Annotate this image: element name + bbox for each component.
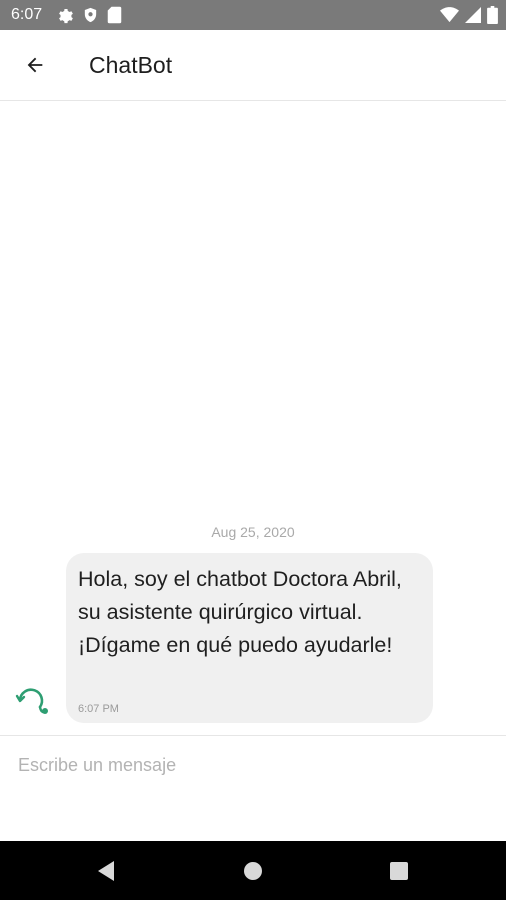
message-timestamp: 6:07 PM: [78, 703, 119, 715]
wifi-icon: [440, 7, 459, 23]
sd-card-icon: [107, 6, 122, 24]
home-circle-icon[interactable]: [240, 858, 266, 884]
chat-message-list[interactable]: Aug 25, 2020 Hola, soy el chatbot Doctor…: [0, 101, 506, 735]
back-triangle-icon[interactable]: [94, 858, 120, 884]
status-left-icons: [56, 6, 122, 24]
status-time: 6:07: [11, 6, 43, 23]
shield-icon: [84, 7, 97, 23]
settings-icon: [59, 9, 73, 24]
battery-icon: [487, 6, 498, 24]
recents-square-icon[interactable]: [386, 858, 412, 884]
status-bar: 6:07: [0, 0, 506, 30]
cell-signal-icon: [465, 7, 481, 23]
status-right-icons: [440, 6, 498, 24]
bot-message-bubble[interactable]: Hola, soy el chatbot Doctora Abril, su a…: [66, 553, 433, 723]
page-title: ChatBot: [89, 52, 173, 78]
date-separator: Aug 25, 2020: [211, 524, 295, 540]
message-composer: [0, 735, 506, 842]
arrow-left-icon: [27, 57, 43, 73]
system-nav-bar: [0, 841, 506, 900]
message-input[interactable]: [16, 750, 490, 780]
message-text: Hola, soy el chatbot Doctora Abril, su a…: [78, 567, 402, 657]
app-bar: ChatBot: [0, 30, 506, 101]
stethoscope-icon: [15, 688, 48, 714]
back-button[interactable]: [14, 44, 56, 86]
